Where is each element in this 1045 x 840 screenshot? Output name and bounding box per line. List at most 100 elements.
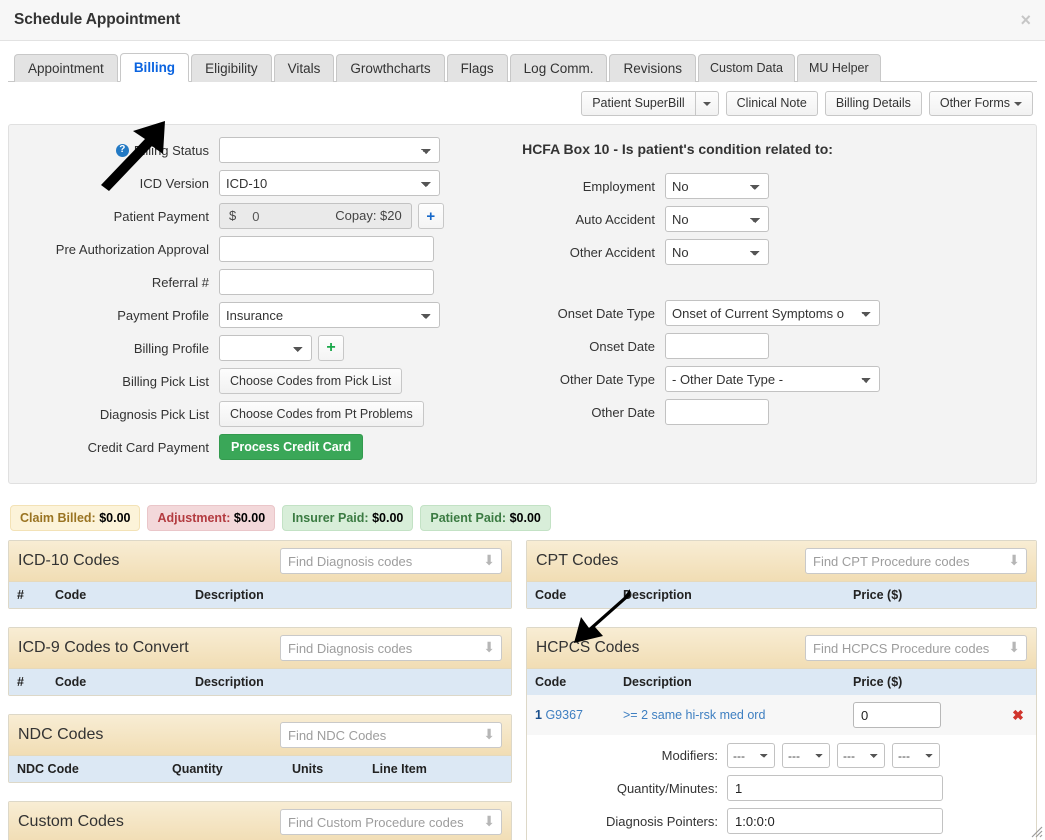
other-date-input[interactable] <box>665 399 769 425</box>
process-credit-card-button[interactable]: Process Credit Card <box>219 434 364 460</box>
icd10-panel-header: ICD-10 Codes ⬇ <box>9 541 511 582</box>
code-panels-right-column: CPT Codes ⬇ Code Description Price ($) <box>526 540 1037 840</box>
employment-label: Employment <box>582 178 655 194</box>
modifier-select-3[interactable]: --- <box>837 743 885 768</box>
delete-icon[interactable]: ✖ <box>1012 707 1024 723</box>
cpt-col-description: Description <box>615 582 845 608</box>
tab-appointment[interactable]: Appointment <box>14 54 118 82</box>
tab-bar: Appointment Billing Eligibility Vitals G… <box>8 52 1037 82</box>
referral-input[interactable] <box>219 269 434 295</box>
cpt-col-price: Price ($) <box>845 582 1036 608</box>
patient-superbill-button[interactable]: Patient SuperBill <box>581 91 696 116</box>
detail-row-pointers: Diagnosis Pointers: <box>537 808 1026 834</box>
field-row-pre-auth: Pre Authorization Approval <box>23 236 455 262</box>
resize-handle-icon[interactable] <box>1027 822 1043 838</box>
hcpcs-row-code-link[interactable]: G9367 <box>545 708 583 722</box>
ndc-table: NDC Code Quantity Units Line Item <box>9 756 511 782</box>
choose-codes-pt-problems-button[interactable]: Choose Codes from Pt Problems <box>219 401 424 427</box>
clinical-note-button[interactable]: Clinical Note <box>725 91 818 116</box>
onset-date-type-label: Onset Date Type <box>557 305 655 321</box>
modifiers-label: Modifiers: <box>661 748 718 763</box>
hcpcs-search-wrap: ⬇ <box>805 635 1027 661</box>
patient-payment-input[interactable] <box>245 203 327 229</box>
tab-revisions[interactable]: Revisions <box>609 54 696 82</box>
tab-vitals[interactable]: Vitals <box>273 54 335 82</box>
icd9-panel-header: ICD-9 Codes to Convert ⬇ <box>9 628 511 669</box>
superbill-button-group: Patient SuperBill <box>581 91 719 116</box>
other-date-type-label: Other Date Type <box>559 371 655 387</box>
hcpcs-price-input[interactable] <box>853 702 941 728</box>
quantity-minutes-input[interactable] <box>727 775 943 801</box>
pre-auth-input[interactable] <box>219 236 434 262</box>
icd10-col-description: Description <box>187 582 511 608</box>
onset-date-input[interactable] <box>665 333 769 359</box>
action-button-bar: Patient SuperBill Clinical Note Billing … <box>0 82 1045 124</box>
hcpcs-search-input[interactable] <box>805 635 1027 661</box>
modal-body: Appointment Billing Eligibility Vitals G… <box>0 41 1045 840</box>
other-accident-select[interactable]: No <box>665 239 769 265</box>
tab-log-comm[interactable]: Log Comm. <box>509 54 608 82</box>
diagnosis-pointers-label: Diagnosis Pointers: <box>606 813 718 829</box>
modifier-select-4[interactable]: --- <box>892 743 940 768</box>
ndc-search-input[interactable] <box>280 722 502 748</box>
billing-profile-label: Billing Profile <box>133 340 209 356</box>
modifier-select-1[interactable]: --- <box>727 743 775 768</box>
onset-date-type-select[interactable]: Onset of Current Symptoms o <box>665 300 880 326</box>
insurer-paid-label: Insurer Paid: <box>292 511 369 525</box>
diagnosis-pointers-input[interactable] <box>727 808 943 834</box>
cpt-search-input[interactable] <box>805 548 1027 574</box>
tab-eligibility[interactable]: Eligibility <box>191 54 272 82</box>
choose-codes-pick-list-button[interactable]: Choose Codes from Pick List <box>219 368 403 394</box>
diagnosis-pick-list-label: Diagnosis Pick List <box>99 406 209 422</box>
help-icon[interactable]: ? <box>115 143 129 157</box>
add-billing-profile-button[interactable]: + <box>318 335 344 361</box>
other-forms-button[interactable]: Other Forms <box>928 91 1033 116</box>
tab-billing[interactable]: Billing <box>119 53 190 82</box>
tab-custom-data[interactable]: Custom Data <box>697 54 795 82</box>
superbill-dropdown-button[interactable] <box>694 91 719 116</box>
hcpcs-cell-delete: ✖ <box>1000 695 1036 735</box>
other-date-label: Other Date <box>591 404 655 420</box>
status-badge-insurer-paid: Insurer Paid: $0.00 <box>282 505 414 531</box>
auto-accident-select[interactable]: No <box>665 206 769 232</box>
tab-mu-helper[interactable]: MU Helper <box>796 54 881 82</box>
employment-select[interactable]: No <box>665 173 769 199</box>
custom-search-wrap: ⬇ <box>280 809 502 835</box>
hcpcs-col-actions <box>1000 669 1036 695</box>
billing-status-select[interactable] <box>219 137 440 163</box>
modifier-select-2[interactable]: --- <box>782 743 830 768</box>
cpt-col-code: Code <box>527 582 615 608</box>
billing-profile-select[interactable] <box>219 335 312 361</box>
hcpcs-row-description-link[interactable]: >= 2 same hi-rsk med ord <box>623 708 765 722</box>
field-row-diagnosis-pick-list: Diagnosis Pick List Choose Codes from Pt… <box>23 401 455 427</box>
icd9-search-input[interactable] <box>280 635 502 661</box>
billing-details-button[interactable]: Billing Details <box>824 91 922 116</box>
field-row-billing-status: ? Billing Status <box>23 137 455 163</box>
icd10-search-input[interactable] <box>280 548 502 574</box>
tab-bar-wrapper: Appointment Billing Eligibility Vitals G… <box>0 41 1045 82</box>
icd-version-select[interactable]: ICD-10 <box>219 170 440 196</box>
ndc-search-wrap: ⬇ <box>280 722 502 748</box>
icd10-header-row: # Code Description <box>9 582 511 608</box>
add-payment-button[interactable]: + <box>417 203 444 229</box>
close-icon[interactable]: × <box>1020 11 1031 29</box>
custom-search-input[interactable] <box>280 809 502 835</box>
hcpcs-cell-price <box>845 695 1000 735</box>
detail-row-modifiers: Modifiers: --- --- --- --- <box>537 743 1026 768</box>
panel-hcpcs-codes: HCPCS Codes ⬇ Code Description Price ($) <box>526 627 1037 840</box>
tab-growthcharts[interactable]: Growthcharts <box>336 54 445 82</box>
panel-icd10-codes: ICD-10 Codes ⬇ # Code Description <box>8 540 512 609</box>
icd10-search-wrap: ⬇ <box>280 548 502 574</box>
tab-flags[interactable]: Flags <box>446 54 508 82</box>
quantity-minutes-label: Quantity/Minutes: <box>616 780 718 796</box>
other-date-type-select[interactable]: - Other Date Type - <box>665 366 880 392</box>
icd10-col-code: Code <box>47 582 187 608</box>
field-row-onset-date-type: Onset Date Type Onset of Current Symptom… <box>463 300 1022 326</box>
onset-date-label: Onset Date <box>589 338 655 354</box>
icd9-col-code: Code <box>47 669 187 695</box>
claim-billed-label: Claim Billed: <box>20 511 96 525</box>
hcpcs-table: Code Description Price ($) 1 G9367 >= 2 … <box>527 669 1036 735</box>
payment-profile-select[interactable]: Insurance <box>219 302 440 328</box>
hcpcs-col-price: Price ($) <box>845 669 1000 695</box>
copay-text: Copay: $20 <box>326 203 412 229</box>
